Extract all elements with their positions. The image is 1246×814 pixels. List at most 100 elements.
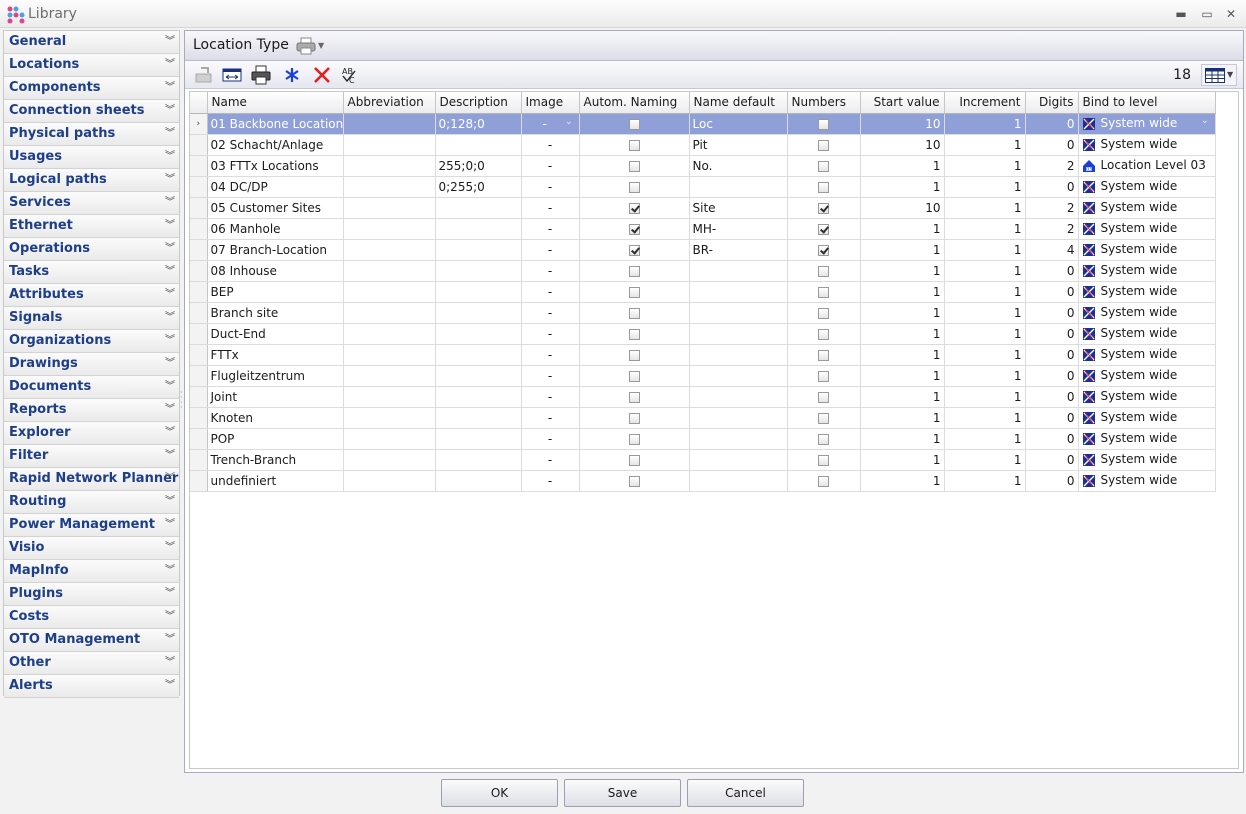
cell-start-value[interactable]: 1 (860, 470, 945, 492)
cell-image[interactable]: - (521, 449, 580, 471)
cell-bind-to-level[interactable]: System wide (1078, 134, 1216, 156)
chevron-down-icon[interactable]: ︾ (165, 353, 175, 375)
cell-increment[interactable]: 1 (944, 113, 1026, 135)
table-row[interactable]: 07 Branch-Location - BR- 1 1 4 System wide (190, 239, 1216, 261)
autom-naming-checkbox[interactable] (628, 202, 640, 214)
numbers-checkbox[interactable] (818, 286, 829, 298)
cell-description[interactable] (435, 239, 522, 261)
table-row[interactable]: undefiniert -1 1 0 System wide (190, 470, 1216, 492)
autom-naming-checkbox[interactable] (628, 223, 640, 235)
cell-description[interactable] (435, 260, 522, 282)
autom-naming-checkbox[interactable] (628, 118, 640, 130)
column-header-increment[interactable]: Increment (944, 92, 1026, 114)
cell-digits[interactable]: 0 (1025, 302, 1079, 324)
cell-increment[interactable]: 1 (944, 197, 1026, 219)
cell-increment[interactable]: 1 (944, 260, 1026, 282)
cell-abbreviation[interactable] (343, 218, 436, 240)
cancel-button[interactable]: Cancel (687, 779, 804, 807)
table-row[interactable]: BEP -1 1 0 System wide (190, 281, 1216, 303)
cell-abbreviation[interactable] (343, 155, 436, 177)
cell-autom-naming[interactable] (579, 407, 690, 429)
cell-start-value[interactable]: 1 (860, 428, 945, 450)
cell-digits[interactable]: 4 (1025, 239, 1079, 261)
cell-digits[interactable]: 0 (1025, 428, 1079, 450)
sidebar-item-explorer[interactable]: Explorer ︾ (4, 422, 179, 445)
cell-digits[interactable]: 0 (1025, 449, 1079, 471)
chevron-down-icon[interactable]: ︾ (165, 146, 175, 168)
chevron-down-icon[interactable]: ︾ (165, 238, 175, 260)
cell-description[interactable] (435, 386, 522, 408)
maximize-button[interactable]: ▭ (1196, 4, 1218, 24)
numbers-checkbox[interactable] (818, 475, 829, 487)
cell-name-default[interactable] (689, 449, 788, 471)
numbers-checkbox[interactable] (818, 181, 829, 193)
chevron-down-icon[interactable]: ︾ (165, 583, 175, 605)
cell-autom-naming[interactable] (579, 344, 690, 366)
cell-description[interactable] (435, 365, 522, 387)
chevron-down-icon[interactable]: ︾ (165, 284, 175, 306)
cell-name-default[interactable]: No. (689, 155, 788, 177)
printer-icon[interactable] (296, 37, 316, 55)
sidebar-item-services[interactable]: Services ︾ (4, 192, 179, 215)
cell-bind-to-level[interactable]: 03 Location Level 03 (1078, 155, 1216, 177)
row-indicator[interactable] (190, 197, 208, 219)
table-row[interactable]: 02 Schacht/Anlage - Pit 10 1 0 System wide (190, 134, 1216, 156)
row-indicator[interactable] (190, 407, 208, 429)
numbers-checkbox[interactable] (818, 433, 829, 445)
numbers-checkbox[interactable] (818, 118, 829, 130)
cell-abbreviation[interactable] (343, 449, 436, 471)
chevron-down-icon[interactable]: ︾ (165, 261, 175, 283)
cell-start-value[interactable]: 10 (860, 134, 945, 156)
column-width-icon[interactable] (221, 65, 243, 85)
chevron-down-icon[interactable]: ︾ (165, 192, 175, 214)
autom-naming-checkbox[interactable] (628, 139, 640, 151)
cell-image[interactable]: - (521, 428, 580, 450)
cell-abbreviation[interactable] (343, 365, 436, 387)
cell-abbreviation[interactable] (343, 239, 436, 261)
sidebar-item-logical-paths[interactable]: Logical paths ︾ (4, 169, 179, 192)
save-button[interactable]: Save (564, 779, 681, 807)
sidebar-item-oto-management[interactable]: OTO Management ︾ (4, 629, 179, 652)
cell-numbers[interactable] (787, 281, 861, 303)
autom-naming-checkbox[interactable] (628, 244, 640, 256)
sidebar-item-alerts[interactable]: Alerts ︾ (4, 675, 179, 698)
sidebar-item-rapid-network-planner[interactable]: Rapid Network Planner ︾ (4, 468, 179, 491)
ok-button[interactable]: OK (441, 779, 558, 807)
row-indicator[interactable] (190, 365, 208, 387)
cell-start-value[interactable]: 1 (860, 386, 945, 408)
chevron-down-icon[interactable]: ⌄ (565, 117, 573, 127)
cell-increment[interactable]: 1 (944, 470, 1026, 492)
numbers-checkbox[interactable] (818, 370, 829, 382)
cell-autom-naming[interactable] (579, 239, 690, 261)
cell-abbreviation[interactable] (343, 386, 436, 408)
cell-bind-to-level[interactable]: System wide (1078, 365, 1216, 387)
autom-naming-checkbox[interactable] (628, 181, 640, 193)
column-header-start-value[interactable]: Start value (860, 92, 945, 114)
cell-digits[interactable]: 0 (1025, 176, 1079, 198)
delete-icon[interactable] (311, 65, 333, 85)
chevron-down-icon[interactable]: ︾ (165, 468, 175, 490)
sidebar-item-connection-sheets[interactable]: Connection sheets ︾ (4, 100, 179, 123)
sidebar-item-documents[interactable]: Documents ︾ (4, 376, 179, 399)
cell-start-value[interactable]: 1 (860, 155, 945, 177)
row-indicator[interactable] (190, 134, 208, 156)
cell-description[interactable]: 255;0;0 (435, 155, 522, 177)
chevron-down-icon[interactable]: ︾ (165, 100, 175, 122)
sidebar-item-components[interactable]: Components ︾ (4, 77, 179, 100)
cell-image[interactable]: - (521, 281, 580, 303)
cell-numbers[interactable] (787, 218, 861, 240)
cell-start-value[interactable]: 1 (860, 176, 945, 198)
cell-digits[interactable]: 0 (1025, 470, 1079, 492)
cell-digits[interactable]: 0 (1025, 281, 1079, 303)
cell-image[interactable]: - (521, 344, 580, 366)
autom-naming-checkbox[interactable] (628, 391, 640, 403)
cell-bind-to-level[interactable]: System wide (1078, 176, 1216, 198)
cell-increment[interactable]: 1 (944, 449, 1026, 471)
sidebar-item-usages[interactable]: Usages ︾ (4, 146, 179, 169)
sidebar-item-general[interactable]: General ︾ (4, 31, 179, 54)
chevron-down-icon[interactable]: ︾ (165, 675, 175, 697)
cell-bind-to-level[interactable]: System wide (1078, 239, 1216, 261)
cell-name-default[interactable]: Loc (689, 113, 788, 135)
sidebar-item-costs[interactable]: Costs ︾ (4, 606, 179, 629)
chevron-down-icon[interactable]: ︾ (165, 123, 175, 145)
